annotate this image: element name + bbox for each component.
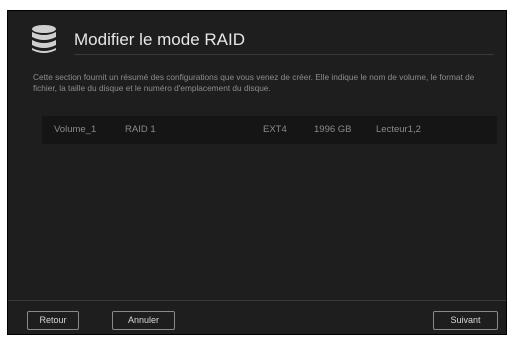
volume-summary-table: Volume_1 RAID 1 EXT4 1996 GB Lecteur1,2 (42, 116, 497, 144)
cancel-button[interactable]: Annuler (112, 311, 175, 330)
raid-mode-cell: RAID 1 (125, 124, 156, 135)
next-button[interactable]: Suivant (433, 311, 498, 330)
database-icon (32, 25, 56, 53)
section-description: Cette section fournit un résumé des conf… (33, 72, 475, 93)
dialog-title: Modifier le mode RAID (74, 30, 246, 49)
title-divider (74, 54, 494, 55)
drive-slots-cell: Lecteur1,2 (376, 124, 421, 135)
file-format-cell: EXT4 (263, 124, 287, 135)
raid-mode-dialog: Modifier le mode RAID Cette section four… (7, 10, 507, 335)
back-button[interactable]: Retour (27, 311, 79, 330)
volume-name-cell: Volume_1 (54, 124, 97, 135)
dialog-footer: Retour Annuler Suivant (8, 300, 506, 334)
disk-size-cell: 1996 GB (314, 124, 352, 135)
dialog-header: Modifier le mode RAID (8, 11, 506, 61)
